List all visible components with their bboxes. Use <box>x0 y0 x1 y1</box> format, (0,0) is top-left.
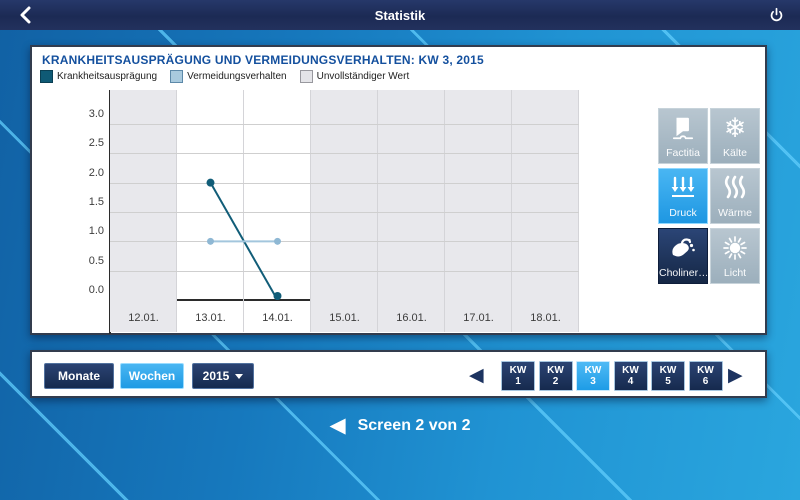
chart-series-svg <box>206 178 282 300</box>
power-button[interactable] <box>764 4 788 26</box>
trigger-button-klte[interactable]: ❄ Kälte <box>710 108 760 164</box>
legend-label: Krankheitsausprägung <box>57 71 158 82</box>
heat-icon <box>722 169 748 207</box>
week-label-top: KW <box>622 365 639 376</box>
chart-area: 12.01. 13.01. 14.01. 15.01. 16.01. 17.01. 18.0… <box>32 90 614 336</box>
x-axis-label: 15.01. <box>329 312 360 324</box>
trigger-button-licht[interactable]: Licht <box>710 228 760 284</box>
week-button-kw4[interactable]: KW 4 <box>613 361 648 391</box>
x-axis-label: 18.01. <box>530 312 561 324</box>
y-axis-label: 0.0 <box>88 284 104 296</box>
y-axis-label: 1.0 <box>88 225 104 238</box>
weeks-prev-button[interactable]: ◀ <box>469 364 484 388</box>
x-axis-label: 12.01. <box>128 312 159 324</box>
pager-text: Screen 2 von 2 <box>357 417 471 434</box>
x-axis-label: 14.01. <box>262 312 293 324</box>
trigger-label: Wärme <box>718 207 752 219</box>
legend-item: Unvollständiger Wert <box>299 70 410 83</box>
trigger-label: Druck <box>669 207 697 219</box>
y-axis-label: 3.0 <box>88 107 104 120</box>
chart-legend: Krankheitsausprägung Vermeidungsverhalten… <box>40 70 422 83</box>
trigger-button-druck[interactable]: Druck <box>658 168 708 224</box>
chart-plot: 12.01. 13.01. 14.01. 15.01. 16.01. 17.01. 18.0… <box>110 90 579 332</box>
week-button-kw5[interactable]: KW 5 <box>651 361 685 391</box>
x-axis-label: 16.01. <box>396 312 427 324</box>
legend-item: Vermeidungsverhalten <box>170 70 287 83</box>
legend-label: Vermeidungsverhalten <box>187 71 287 82</box>
week-label-number: 5 <box>665 376 671 387</box>
week-button-kw1[interactable]: KW 1 <box>501 361 535 391</box>
x-axis-label: 17.01. <box>463 312 494 324</box>
trigger-label: Kälte <box>723 147 747 159</box>
week-label-top: KW <box>547 365 564 376</box>
y-axis-label: 0.5 <box>88 254 104 267</box>
monate-button[interactable]: Monate <box>44 363 114 389</box>
factitia-icon <box>670 109 696 147</box>
weeks-next-button[interactable]: ▶ <box>728 364 743 388</box>
chart-title: KRANKHEITSAUSPRÄGUNG UND VERMEIDUNGSVERH… <box>42 53 484 67</box>
legend-swatch <box>170 70 184 83</box>
pressure-icon <box>669 169 697 207</box>
week-button-kw3[interactable]: KW 3 <box>576 361 610 391</box>
week-label-number: 2 <box>552 376 559 387</box>
y-axis-label: 1.5 <box>88 195 104 208</box>
page-title: Statistik <box>374 7 426 23</box>
week-label-number: 3 <box>590 376 596 387</box>
trigger-label: Choliner… <box>659 267 707 279</box>
year-dropdown[interactable]: 2015 <box>192 363 254 389</box>
legend-label: Unvollständiger Wert <box>316 71 410 82</box>
wochen-button[interactable]: Wochen <box>120 363 184 389</box>
x-axis-label: 13.01. <box>195 312 226 324</box>
pager-left-arrow-icon: ◀ <box>329 414 346 437</box>
week-button-kw6[interactable]: KW 6 <box>688 361 723 391</box>
week-label-top: KW <box>509 365 527 376</box>
y-axis-label: 2.5 <box>88 137 104 150</box>
chevron-down-icon <box>235 373 244 379</box>
week-label-number: 1 <box>515 376 521 387</box>
week-label-number: 4 <box>627 376 634 387</box>
trigger-label: Licht <box>723 267 747 279</box>
chart-card: KRANKHEITSAUSPRÄGUNG UND VERMEIDUNGSVERH… <box>30 45 767 335</box>
snowflake-icon: ❄ <box>723 113 747 143</box>
cholinergic-icon <box>669 229 697 267</box>
trigger-button-choliner[interactable]: Choliner… <box>658 228 708 284</box>
week-label-number: 6 <box>702 376 709 387</box>
week-label-top: KW <box>697 365 714 376</box>
control-bar: Monate Wochen 2015 ◀ KW 1 KW 2 KW 3 KW 4 KW 5 KW 6 … <box>30 350 767 398</box>
year-value: 2015 <box>202 369 230 383</box>
legend-swatch <box>40 70 53 83</box>
week-label-top: KW <box>584 365 602 376</box>
y-axis-label: 2.0 <box>88 166 104 179</box>
trigger-button-factitia[interactable]: Factitia <box>658 108 708 164</box>
back-chevron-icon <box>20 6 31 24</box>
back-button[interactable] <box>14 4 38 26</box>
sun-icon <box>720 229 750 267</box>
week-button-kw2[interactable]: KW 2 <box>538 361 573 391</box>
screen-pager[interactable]: ◀ Screen 2 von 2 <box>0 411 800 441</box>
power-icon <box>770 7 782 21</box>
app-screen: Statistik KRANKHEITSAUSPRÄGUNG UND VERME… <box>0 0 800 500</box>
legend-swatch <box>299 70 313 83</box>
legend-item: Krankheitsausprägung <box>40 70 157 83</box>
week-label-top: KW <box>659 365 677 376</box>
top-bar: Statistik <box>0 0 800 30</box>
trigger-label: Factitia <box>666 147 700 159</box>
trigger-button-wrme[interactable]: Wärme <box>710 168 760 224</box>
